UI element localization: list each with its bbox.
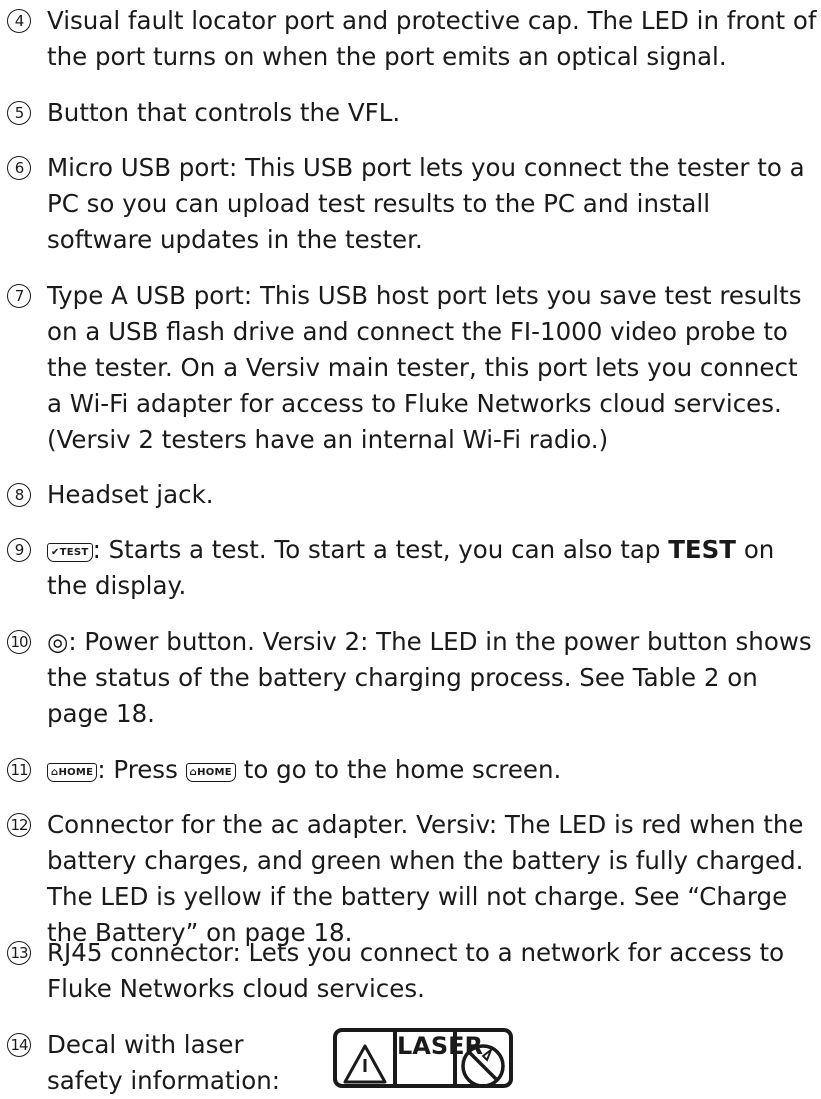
item-text: ◎: Power button. Versiv 2: The LED in th… [47, 627, 812, 728]
callout-number: 9 [7, 538, 31, 562]
callout-number: 6 [7, 156, 31, 180]
list-item-10: 10 ◎: Power button. Versiv 2: The LED in… [0, 624, 821, 732]
list-item-5: 5 Button that controls the VFL. [0, 95, 821, 131]
callout-number: 12 [7, 813, 31, 837]
callout-number: 5 [7, 101, 31, 125]
warning-triangle-icon [337, 1032, 393, 1088]
list-item-13: 13 RJ45 connector: Lets you connect to a… [0, 935, 821, 1007]
list-item-12: 12 Connector for the ac adapter. Versiv:… [0, 807, 821, 951]
item-text: ⌂HOME: Press ⌂HOME to go to the home scr… [47, 752, 817, 788]
callout-number: 13 [7, 941, 31, 965]
item-text: Button that controls the VFL. [47, 98, 401, 127]
callout-number: 7 [7, 284, 31, 308]
callout-number: 14 [7, 1033, 31, 1057]
list-item-11: 11 ⌂HOME: Press ⌂HOME to go to the home … [0, 752, 821, 788]
no-viewing-laser-icon [457, 1032, 509, 1088]
test-key-icon: ✔TEST [47, 543, 93, 562]
callout-number: 8 [7, 483, 31, 507]
item-text: ✔TEST: Starts a test. To start a test, y… [47, 535, 775, 600]
item-text: Type A USB port: This USB host port lets… [47, 281, 802, 454]
list-item-9: 9 ✔TEST: Starts a test. To start a test,… [0, 532, 821, 604]
item-text: Visual fault locator port and protective… [47, 6, 817, 71]
list-item-8: 8 Headset jack. [0, 477, 821, 513]
item-text: RJ45 connector: Lets you connect to a ne… [47, 938, 785, 1003]
callout-number: 10 [7, 630, 31, 654]
callout-number: 11 [7, 758, 31, 782]
callout-number: 4 [7, 9, 31, 33]
power-icon: ◎ [47, 627, 69, 656]
test-label: TEST [668, 535, 737, 564]
item-text: Connector for the ac adapter. Versiv: Th… [47, 810, 804, 947]
list-item-4: 4 Visual fault locator port and protecti… [0, 3, 821, 75]
list-item-7: 7 Type A USB port: This USB host port le… [0, 278, 821, 458]
list-item-6: 6 Micro USB port: This USB port lets you… [0, 150, 821, 258]
item-text: Decal with laser safety information: [47, 1030, 281, 1095]
home-key-icon: ⌂HOME [47, 763, 98, 782]
item-text: Headset jack. [47, 480, 214, 509]
item-text: Micro USB port: This USB port lets you c… [47, 153, 805, 254]
laser-safety-decal: LASER [333, 1028, 513, 1088]
home-key-icon: ⌂HOME [185, 763, 236, 782]
laser-label: LASER [397, 1032, 484, 1060]
